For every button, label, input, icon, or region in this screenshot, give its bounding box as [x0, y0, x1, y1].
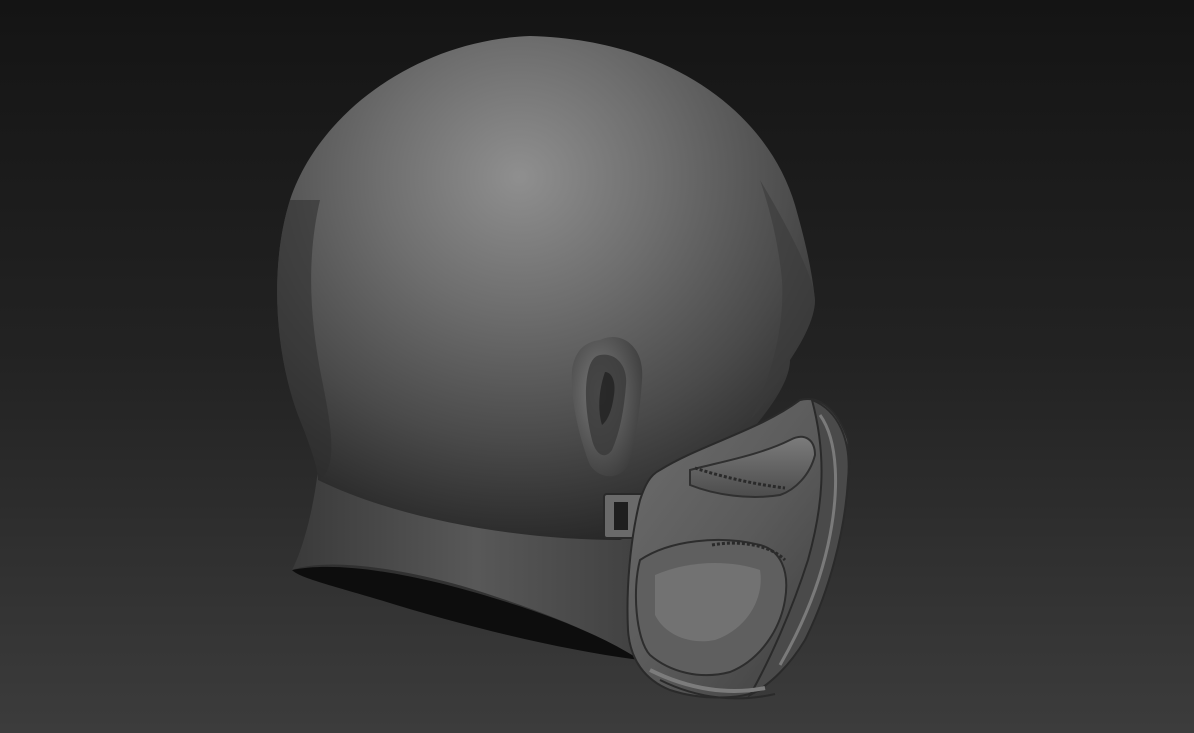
sculpt-render — [0, 0, 1194, 733]
sculpt-viewport[interactable] — [0, 0, 1194, 733]
